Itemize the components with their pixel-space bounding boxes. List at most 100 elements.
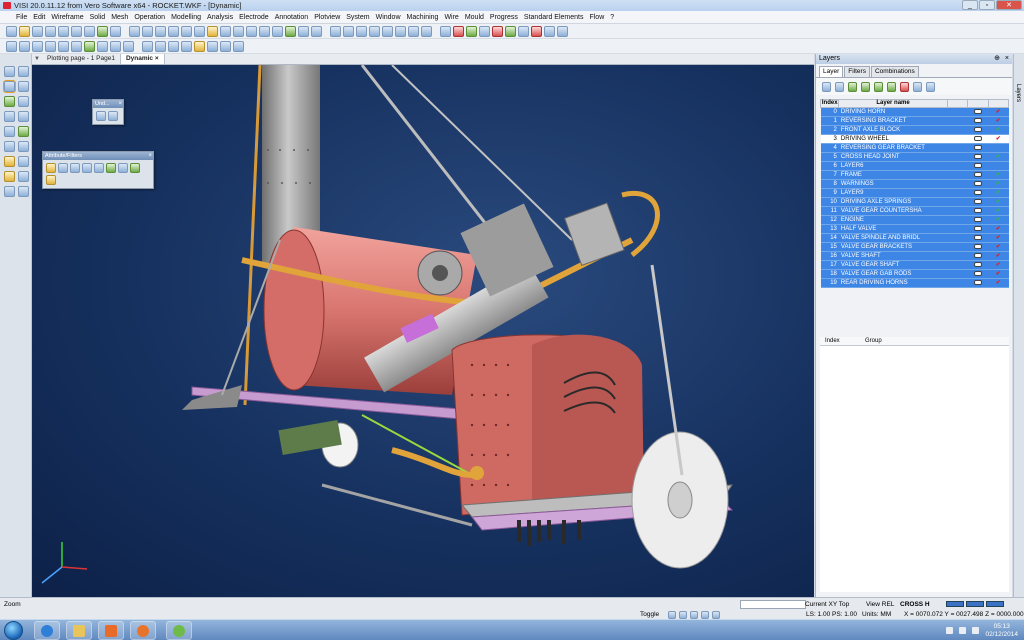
view-side-icon[interactable] (272, 25, 283, 37)
layer-row[interactable]: 11 VALVE GEAR COUNTERSHA ✔ (820, 206, 1009, 216)
undo-icon[interactable] (96, 111, 106, 121)
layer-row[interactable]: 4 REVERSING GEAR BRACKET (820, 143, 1009, 153)
pan-icon[interactable] (181, 25, 192, 37)
check-icon[interactable]: ✔ (996, 154, 1001, 160)
visibility-eye-icon[interactable] (973, 180, 982, 186)
attributes-icon[interactable] (4, 156, 15, 167)
select-icon[interactable] (4, 66, 15, 77)
layer-delete-icon[interactable] (900, 81, 909, 92)
new-file-icon[interactable] (6, 25, 17, 37)
menu-mesh[interactable]: Mesh (111, 14, 128, 21)
visibility-eye-icon[interactable] (973, 117, 982, 123)
check-icon[interactable]: ✔ (996, 190, 1001, 196)
check-icon[interactable]: ✔ (996, 181, 1001, 187)
snap-perp-icon[interactable] (395, 25, 406, 37)
layer-refresh-icon[interactable] (926, 81, 935, 92)
check-icon[interactable]: ✔ (996, 253, 1001, 259)
layer-row[interactable]: 13 HALF VALVE ✔ (820, 224, 1009, 234)
colour-icon[interactable] (492, 25, 503, 37)
group-header-index[interactable]: Index (820, 337, 860, 345)
select-window-icon[interactable] (4, 81, 15, 92)
menu-help[interactable]: ? (610, 14, 614, 21)
visibility-eye-icon[interactable] (973, 108, 982, 114)
attr-clear-icon[interactable] (46, 175, 56, 185)
maximize-button[interactable]: ▫ (979, 0, 995, 10)
visibility-eye-icon[interactable] (973, 216, 982, 222)
group-icon[interactable] (18, 141, 29, 152)
tray-flag-icon[interactable] (946, 627, 954, 634)
extrude-icon[interactable] (168, 40, 179, 52)
layers-side-tab[interactable]: Layers (1013, 54, 1024, 597)
visibility-eye-icon[interactable] (973, 243, 982, 249)
visibility-eye-icon[interactable] (973, 207, 982, 213)
check-icon[interactable]: ✔ (996, 136, 1001, 142)
tab-combinations[interactable]: Combinations (870, 66, 919, 77)
attr-colour-icon[interactable] (46, 163, 56, 173)
circle-icon[interactable] (32, 40, 43, 52)
folder-icon[interactable] (4, 171, 15, 182)
visibility-icon[interactable] (822, 81, 831, 92)
show-icon[interactable] (4, 141, 15, 152)
layer-row[interactable]: 14 VALVE SPINDLE AND BRIDL ✔ (820, 233, 1009, 243)
shell-icon[interactable] (220, 40, 231, 52)
attr-width-icon[interactable] (82, 163, 92, 173)
attr-group-icon[interactable] (106, 163, 116, 173)
mirror-icon[interactable] (4, 111, 15, 122)
menu-machining[interactable]: Machining (407, 14, 439, 21)
texture-icon[interactable] (479, 25, 490, 37)
toggle-polar-icon[interactable] (701, 611, 709, 619)
check-icon[interactable]: ✔ (996, 244, 1001, 250)
snap-mid-icon[interactable] (356, 25, 367, 37)
check-icon[interactable]: ✔ (996, 127, 1001, 133)
check-icon[interactable]: ✔ (996, 172, 1001, 178)
visibility-eye-icon[interactable] (973, 162, 982, 168)
snap-tangent-icon[interactable] (408, 25, 419, 37)
taskbar-ie[interactable] (34, 621, 60, 640)
shaded-view-icon[interactable] (207, 25, 218, 37)
view-front-icon[interactable] (259, 25, 270, 37)
menu-mould[interactable]: Mould (465, 14, 484, 21)
attr-entity-icon[interactable] (130, 163, 140, 173)
menu-flow[interactable]: Flow (589, 14, 604, 21)
wire-view-icon[interactable] (220, 25, 231, 37)
header-layer-name[interactable]: Layer name (838, 99, 948, 108)
layer-row[interactable]: 16 VALVE SHAFT ✔ (820, 251, 1009, 261)
visibility-eye-icon[interactable] (973, 189, 982, 195)
visibility-eye-icon[interactable] (973, 234, 982, 240)
rotate-icon[interactable] (194, 25, 205, 37)
check-icon[interactable]: ✔ (996, 226, 1001, 232)
status-current-view[interactable]: Current XY Top (805, 601, 849, 608)
properties-icon[interactable] (110, 25, 121, 37)
layer-merge-icon[interactable] (887, 81, 896, 92)
layer-row[interactable]: 19 REAR DRIVING HORNS ✔ (820, 278, 1009, 288)
menu-wireframe[interactable]: Wireframe (51, 14, 83, 21)
menu-annotation[interactable]: Annotation (275, 14, 308, 21)
layers-close-icon[interactable]: × (1005, 54, 1009, 64)
zoom-window-icon[interactable] (142, 25, 153, 37)
tab-layer[interactable]: Layer (819, 66, 844, 77)
visibility-eye-icon[interactable] (973, 198, 982, 204)
trim-icon[interactable] (97, 40, 108, 52)
clock[interactable]: 05:13 02/12/2014 (985, 623, 1018, 639)
spline-icon[interactable] (58, 40, 69, 52)
status-toggle[interactable]: Toggle (640, 611, 659, 618)
tray-volume-icon[interactable] (972, 627, 980, 634)
layer-row[interactable]: 18 VALVE GEAR GAB RODS ✔ (820, 269, 1009, 279)
check-icon[interactable]: ✔ (996, 208, 1001, 214)
check-icon[interactable]: ✔ (996, 280, 1001, 286)
menu-analysis[interactable]: Analysis (207, 14, 233, 21)
check-icon[interactable]: ✔ (996, 271, 1001, 277)
move-icon[interactable] (4, 96, 15, 107)
3d-viewport[interactable]: Und... × Attribute/Filters × (32, 65, 814, 597)
extend-icon[interactable] (110, 40, 121, 52)
workplane-icon[interactable] (18, 171, 29, 182)
menu-progress[interactable]: Progress (490, 14, 518, 21)
taskbar-explorer[interactable] (66, 621, 92, 640)
group-header-group[interactable]: Group (860, 337, 900, 345)
visibility-eye-icon[interactable] (973, 270, 982, 276)
view-iso-icon[interactable] (285, 25, 296, 37)
attr-layer-icon[interactable] (70, 163, 80, 173)
hide-icon[interactable] (18, 126, 29, 137)
check-icon[interactable]: ✔ (996, 235, 1001, 241)
layer-add-icon[interactable] (848, 81, 857, 92)
